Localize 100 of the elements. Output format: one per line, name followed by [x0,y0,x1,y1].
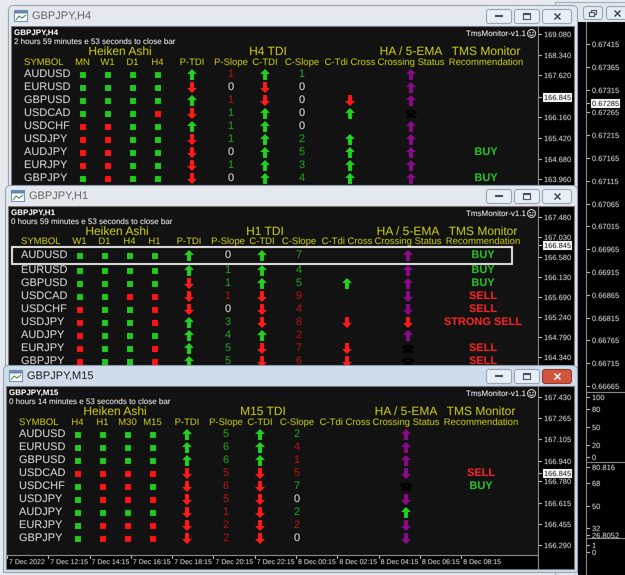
countdown-text: 0 hours 14 minutes e 53 seconds to close bar [8,397,170,406]
window-title: GBPJPY,M15 [27,368,94,384]
column-header: Recommendation [444,418,518,428]
slope-value: 6 [222,455,230,466]
slope-value: 2 [298,134,306,145]
column-header: H4 [151,58,164,68]
close-button[interactable] [542,8,572,24]
column-header: C-Slope [284,58,320,68]
slope-value: 1 [228,134,234,145]
symbol-label[interactable]: GBPUSD [19,455,66,466]
slope-value: 2 [296,330,302,341]
group-header: HA / 5-EMA [374,406,438,417]
close-button[interactable] [542,188,572,204]
symbol-label[interactable]: USDCHF [19,481,65,492]
slope-value: 2 [294,507,300,518]
version-label: TmsMonitor-v1.1 [466,209,526,218]
chart-symbol-label: GBPJPY,H4 [13,28,58,37]
symbol-label[interactable]: USDCHF [21,304,67,315]
version-label: TmsMonitor-v1.1 [466,29,526,38]
slope-value: 0 [298,108,306,119]
slope-value: 6 [222,481,230,492]
chart-symbol-label: GBPJPY,M15 [8,388,58,397]
column-header: D1 [98,237,111,247]
slope-value: 2 [222,520,230,531]
minimize-button[interactable] [486,368,512,384]
slope-value: 1 [224,291,232,302]
column-header: H4 [123,237,136,247]
recommendation-label: BUY [474,173,498,184]
symbol-label[interactable]: GBPJPY [24,173,68,184]
symbol-label[interactable]: AUDJPY [21,330,64,341]
column-header: P-Slope [211,237,245,247]
recommendation-label: BUY [469,481,493,492]
column-header: SYMBOL [19,418,59,428]
slope-value: 7 [296,250,302,261]
slope-value: 4 [298,173,306,184]
close-button[interactable] [542,368,572,384]
column-header: H4 [71,418,84,428]
symbol-label[interactable]: GBPUSD [24,95,70,106]
recommendation-label: BUY [471,278,495,289]
slope-value: 9 [296,291,302,302]
symbol-label[interactable]: USDCAD [21,291,68,302]
column-header: W1 [100,58,115,68]
column-header: Crossing Status [374,237,442,247]
column-header: H1 [96,418,109,428]
symbol-label[interactable]: GBPJPY [19,533,62,544]
slope-value: 5 [298,147,306,158]
column-header: C-Slope [282,237,316,247]
symbol-label[interactable]: EURUSD [19,442,66,453]
symbol-label[interactable]: EURJPY [24,160,68,171]
group-header: HA / 5-EMA [376,226,440,237]
column-header: P-TDI [176,237,202,247]
symbol-label[interactable]: GBPUSD [21,278,68,289]
slope-value: 8 [296,317,302,328]
symbol-label[interactable]: AUDUSD [19,429,66,440]
column-header: SYMBOL [21,237,61,247]
group-header: Heiken Ashi [85,226,149,237]
countdown-text: 2 hours 59 minutes e 53 seconds to close bar [13,37,176,46]
symbol-label[interactable]: USDJPY [24,134,68,145]
group-header: H4 TDI [249,46,287,57]
slope-value: 0 [298,121,306,132]
smiley-icon [527,29,536,38]
minimize-button[interactable] [486,188,512,204]
symbol-label[interactable]: EURUSD [21,265,68,276]
column-header: D1 [126,58,139,68]
symbol-label[interactable]: USDJPY [21,317,64,328]
slope-value: 5 [224,356,232,367]
group-header: TMS Monitor [446,406,516,417]
symbol-label[interactable]: USDCAD [24,108,70,119]
slope-value: 0 [298,82,306,93]
recommendation-label: SELL [468,343,498,354]
column-header: C-Tdi Cross [320,418,370,428]
column-header: C-Tdi Cross [322,237,372,247]
slope-value: 1 [298,69,306,80]
column-header: H1 [148,237,161,247]
symbol-label[interactable]: AUDUSD [24,69,70,80]
slope-value: 1 [228,108,234,119]
symbol-label[interactable]: EURJPY [21,343,64,354]
symbol-label[interactable]: AUDUSD [21,250,68,261]
slope-value: 4 [224,330,232,341]
symbol-label[interactable]: AUDJPY [24,147,68,158]
symbol-label[interactable]: AUDJPY [19,507,62,518]
close-button[interactable] [606,6,625,20]
column-header: MN [75,58,90,68]
minimize-button[interactable] [486,8,512,24]
symbol-label[interactable]: EURUSD [24,82,70,93]
slope-value: 1 [294,455,300,466]
column-header: Recommendation [446,237,520,247]
column-header: C-Tdi Cross [324,58,376,68]
slope-value: 6 [222,442,230,453]
symbol-label[interactable]: USDCAD [19,468,66,479]
column-header: P-TDI [174,418,200,428]
symbol-label[interactable]: USDCHF [24,121,70,132]
window-title: GBPJPY,H4 [32,8,92,24]
symbol-label[interactable]: USDJPY [19,494,62,505]
symbol-label[interactable]: GBPJPY [21,356,64,367]
symbol-label[interactable]: EURJPY [19,520,62,531]
chart-symbol-label: GBPJPY,H1 [10,208,56,217]
slope-value: 5 [294,468,300,479]
minimize-icon [495,14,503,18]
smiley-icon [527,209,536,218]
